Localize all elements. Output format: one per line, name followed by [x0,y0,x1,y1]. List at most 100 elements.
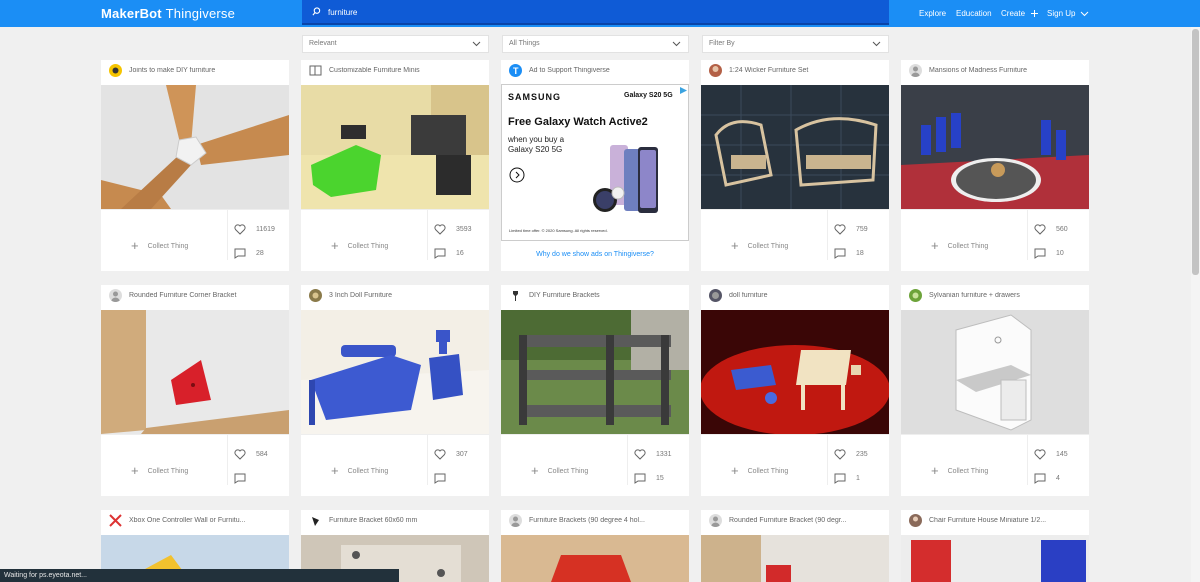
collect-thing-button[interactable]: + Collect Thing [731,461,788,478]
customizer-icon[interactable] [309,64,322,77]
thing-card[interactable]: doll furniture + Collect Thing 235 1 [701,285,889,496]
thing-thumbnail[interactable] [701,85,889,209]
search-input[interactable]: furniture [328,8,357,17]
category-dropdown[interactable]: All Things [502,35,689,53]
divider [827,210,828,260]
arrow-right-circle-icon[interactable] [509,167,525,183]
card-header: Xbox One Controller Wall or Furnitu... [101,510,289,535]
heart-icon [634,449,646,460]
thing-thumbnail[interactable] [501,310,689,434]
filter-by-dropdown[interactable]: Filter By [702,35,889,53]
comment-icon [1034,473,1046,484]
adchoices-icon[interactable] [679,86,688,95]
thing-thumbnail[interactable] [701,310,889,434]
ad-brand: SAMSUNG [508,92,562,102]
collect-thing-button[interactable]: + Collect Thing [931,236,988,253]
collect-thing-button[interactable]: + Collect Thing [131,236,188,253]
card-header: Furniture Brackets (90 degree 4 hol... [501,510,689,535]
thing-card[interactable]: Furniture Brackets (90 degree 4 hol... [501,510,689,582]
heart-icon [434,449,446,460]
plus-icon: + [531,463,539,478]
card-title[interactable]: Chair Furniture House Miniature 1/2... [929,517,1084,524]
like-count: 584 [256,451,268,458]
card-title[interactable]: Sylvanian furniture + drawers [929,292,1084,299]
thing-thumbnail[interactable] [301,85,489,209]
card-footer: + Collect Thing 11619 28 [101,209,289,260]
avatar[interactable] [709,64,722,77]
ad-line2: Galaxy S20 5G [508,145,563,154]
thing-thumbnail[interactable] [501,535,689,582]
plus-icon: + [731,463,739,478]
avatar[interactable] [309,289,322,302]
avatar[interactable] [709,289,722,302]
avatar[interactable] [309,514,322,527]
collect-thing-button[interactable]: + Collect Thing [531,461,588,478]
avatar[interactable] [509,514,522,527]
avatar[interactable] [509,289,522,302]
thing-card[interactable]: Joints to make DIY furniture + Collect Th… [101,60,289,271]
plus-icon: + [931,463,939,478]
nav-create[interactable]: Create [1001,9,1039,18]
svg-text:T: T [513,66,519,76]
card-title[interactable]: doll furniture [729,292,884,299]
collect-thing-button[interactable]: + Collect Thing [331,461,388,478]
nav-education[interactable]: Education [956,9,992,18]
comment-icon [634,473,646,484]
thing-card[interactable]: Rounded Furniture Corner Bracket + Collec… [101,285,289,496]
thing-card[interactable]: Mansions of Madness Furniture + Collect T… [901,60,1089,271]
samsung-ad-banner[interactable]: SAMSUNG Galaxy S20 5G Free Galaxy Watch … [501,84,689,241]
thing-card[interactable]: Rounded Furniture Bracket (90 degr... [701,510,889,582]
card-title[interactable]: Furniture Bracket 60x60 mm [329,517,484,524]
collect-thing-button[interactable]: + Collect Thing [931,461,988,478]
avatar[interactable] [909,289,922,302]
card-title[interactable]: Mansions of Madness Furniture [929,67,1084,74]
plus-icon: + [131,238,139,253]
card-header: doll furniture [701,285,889,310]
thing-card[interactable]: Sylvanian furniture + drawers + Collect T… [901,285,1089,496]
thing-thumbnail[interactable] [101,310,289,434]
collect-thing-button[interactable]: + Collect Thing [331,236,388,253]
avatar[interactable] [109,64,122,77]
thing-thumbnail[interactable] [901,310,1089,434]
card-title[interactable]: Rounded Furniture Bracket (90 degr... [729,517,884,524]
avatar[interactable] [909,64,922,77]
avatar[interactable] [909,514,922,527]
thing-card[interactable]: 1:24 Wicker Furniture Set + Collect Thing… [701,60,889,271]
like-count: 1331 [656,451,672,458]
card-title[interactable]: DIY Furniture Brackets [529,292,684,299]
comment-count: 10 [1056,250,1064,257]
thing-thumbnail[interactable] [701,535,889,582]
thing-thumbnail[interactable] [901,535,1089,582]
card-title[interactable]: Rounded Furniture Corner Bracket [129,292,284,299]
makerbot-thingiverse-logo[interactable]: MakerBot Thingiverse [101,6,235,21]
collect-thing-button[interactable]: + Collect Thing [731,236,788,253]
thing-card[interactable]: DIY Furniture Brackets + Collect Thing 13… [501,285,689,496]
avatar[interactable] [109,289,122,302]
avatar[interactable] [709,514,722,527]
card-title[interactable]: 3 Inch Doll Furniture [329,292,484,299]
card-header: DIY Furniture Brackets [501,285,689,310]
nav-explore[interactable]: Explore [919,9,946,18]
card-header: Furniture Bracket 60x60 mm [301,510,489,535]
card-title[interactable]: Joints to make DIY furniture [129,67,284,74]
nav-signup[interactable]: Sign Up [1047,9,1089,18]
sort-dropdown[interactable]: Relevant [302,35,489,53]
search-bar[interactable]: furniture [302,0,889,25]
card-title[interactable]: Xbox One Controller Wall or Furnitu... [129,517,284,524]
card-title[interactable]: Customizable Furniture Minis [329,67,484,74]
collect-thing-button[interactable]: + Collect Thing [131,461,188,478]
divider [227,210,228,260]
thing-card[interactable]: Chair Furniture House Miniature 1/2... [901,510,1089,582]
scrollbar-thumb[interactable] [1192,29,1199,275]
card-header: Rounded Furniture Corner Bracket [101,285,289,310]
thing-thumbnail[interactable] [901,85,1089,209]
thing-thumbnail[interactable] [101,85,289,209]
card-title[interactable]: Furniture Brackets (90 degree 4 hol... [529,517,684,524]
thing-card[interactable]: 3 Inch Doll Furniture + Collect Thing 307 [301,285,489,496]
thing-card[interactable]: Customizable Furniture Minis + Collect Th… [301,60,489,271]
thing-thumbnail[interactable] [301,310,489,434]
avatar[interactable] [109,514,122,527]
why-ads-link[interactable]: Why do we show ads on Thingiverse? [501,251,689,258]
card-title[interactable]: 1:24 Wicker Furniture Set [729,67,884,74]
heart-icon [234,449,246,460]
